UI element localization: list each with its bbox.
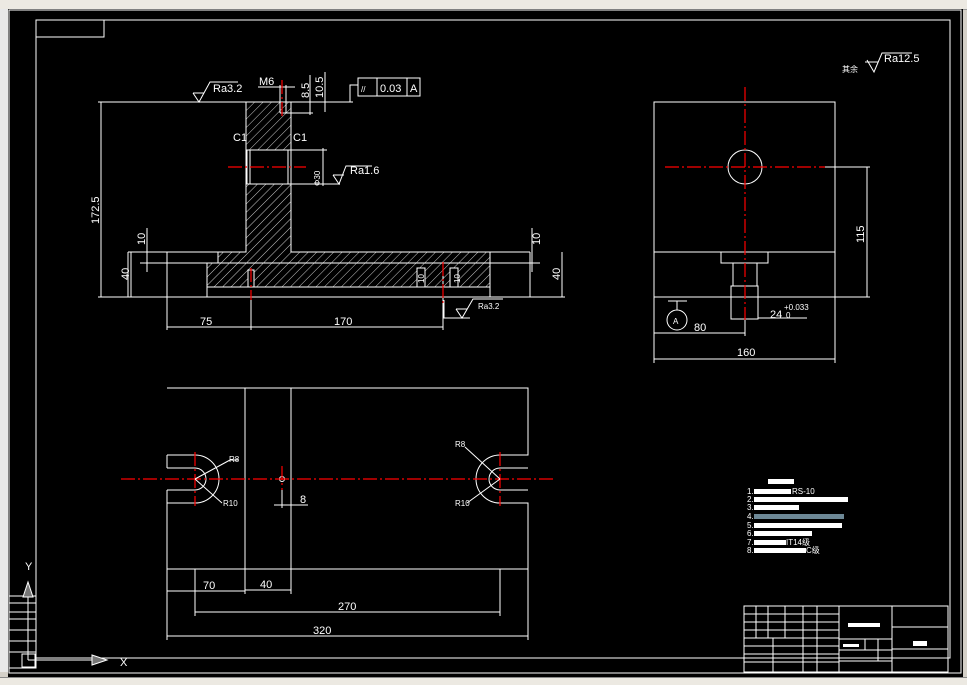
slot-dim-a: 10 xyxy=(417,274,426,283)
parallelism-symbol: // xyxy=(361,85,366,94)
hole-dim: 8 xyxy=(300,494,306,506)
other-roughness-label: 其余 xyxy=(842,64,858,74)
datum-letter: A xyxy=(673,317,679,326)
dim-70: 70 xyxy=(203,580,215,592)
dim-115: 115 xyxy=(855,225,867,243)
ucs-y-label: Y xyxy=(25,561,33,573)
dim-8-5: 8.5 xyxy=(300,83,312,98)
dim-75: 75 xyxy=(200,316,212,328)
radius-right-small: R8 xyxy=(455,440,466,449)
note-6-num: 6. xyxy=(747,529,754,538)
roughness-hole: Ra1.6 xyxy=(350,165,379,177)
dim-base-left: 40 xyxy=(120,268,132,280)
dim-170: 170 xyxy=(334,316,352,328)
ucs-x-label: X xyxy=(120,657,128,669)
dim-height: 172.5 xyxy=(90,196,102,224)
slot-dim-b: 10 xyxy=(453,274,462,283)
other-roughness: Ra12.5 xyxy=(884,53,919,65)
roughness-top: Ra3.2 xyxy=(213,83,242,95)
datum-ref: A xyxy=(410,83,418,95)
chamfer-right: C1 xyxy=(293,132,307,144)
tolerance-value: 0.03 xyxy=(380,83,401,95)
dim-base-right: 40 xyxy=(551,268,563,280)
dim-80: 80 xyxy=(694,322,706,334)
chamfer-left: C1 xyxy=(233,132,247,144)
dim-40: 40 xyxy=(260,579,272,591)
note-4-num: 4. xyxy=(747,512,754,521)
hole-diameter: Φ30 xyxy=(313,170,322,186)
radius-left-small: R8 xyxy=(229,455,240,464)
note-1-code: RS-10 xyxy=(792,487,815,496)
note-3-num: 3. xyxy=(747,503,754,512)
note-8-grade: C级 xyxy=(806,545,820,555)
roughness-bottom: Ra3.2 xyxy=(478,302,500,311)
dim-160: 160 xyxy=(737,347,755,359)
dim-step-left: 10 xyxy=(136,233,148,245)
thread-label: M6 xyxy=(259,76,274,88)
cad-window: Ra3.2 M6 8.5 10.5 // 0.03 A C1 C1 Φ30 Ra… xyxy=(0,0,967,685)
radius-left-big: R10 xyxy=(223,499,238,508)
drawing-canvas[interactable]: Ra3.2 M6 8.5 10.5 // 0.03 A C1 C1 Φ30 Ra… xyxy=(0,0,967,685)
dim-320: 320 xyxy=(313,625,331,637)
note-8-num: 8. xyxy=(747,546,754,555)
dim-10-5: 10.5 xyxy=(314,77,326,98)
radius-right-big: R10 xyxy=(455,499,470,508)
dim-270: 270 xyxy=(338,601,356,613)
slot-tol-lower: 0 xyxy=(786,311,791,320)
slot-width: 24 xyxy=(770,309,782,321)
dim-step-right: 10 xyxy=(531,233,543,245)
model-space[interactable] xyxy=(8,9,963,677)
